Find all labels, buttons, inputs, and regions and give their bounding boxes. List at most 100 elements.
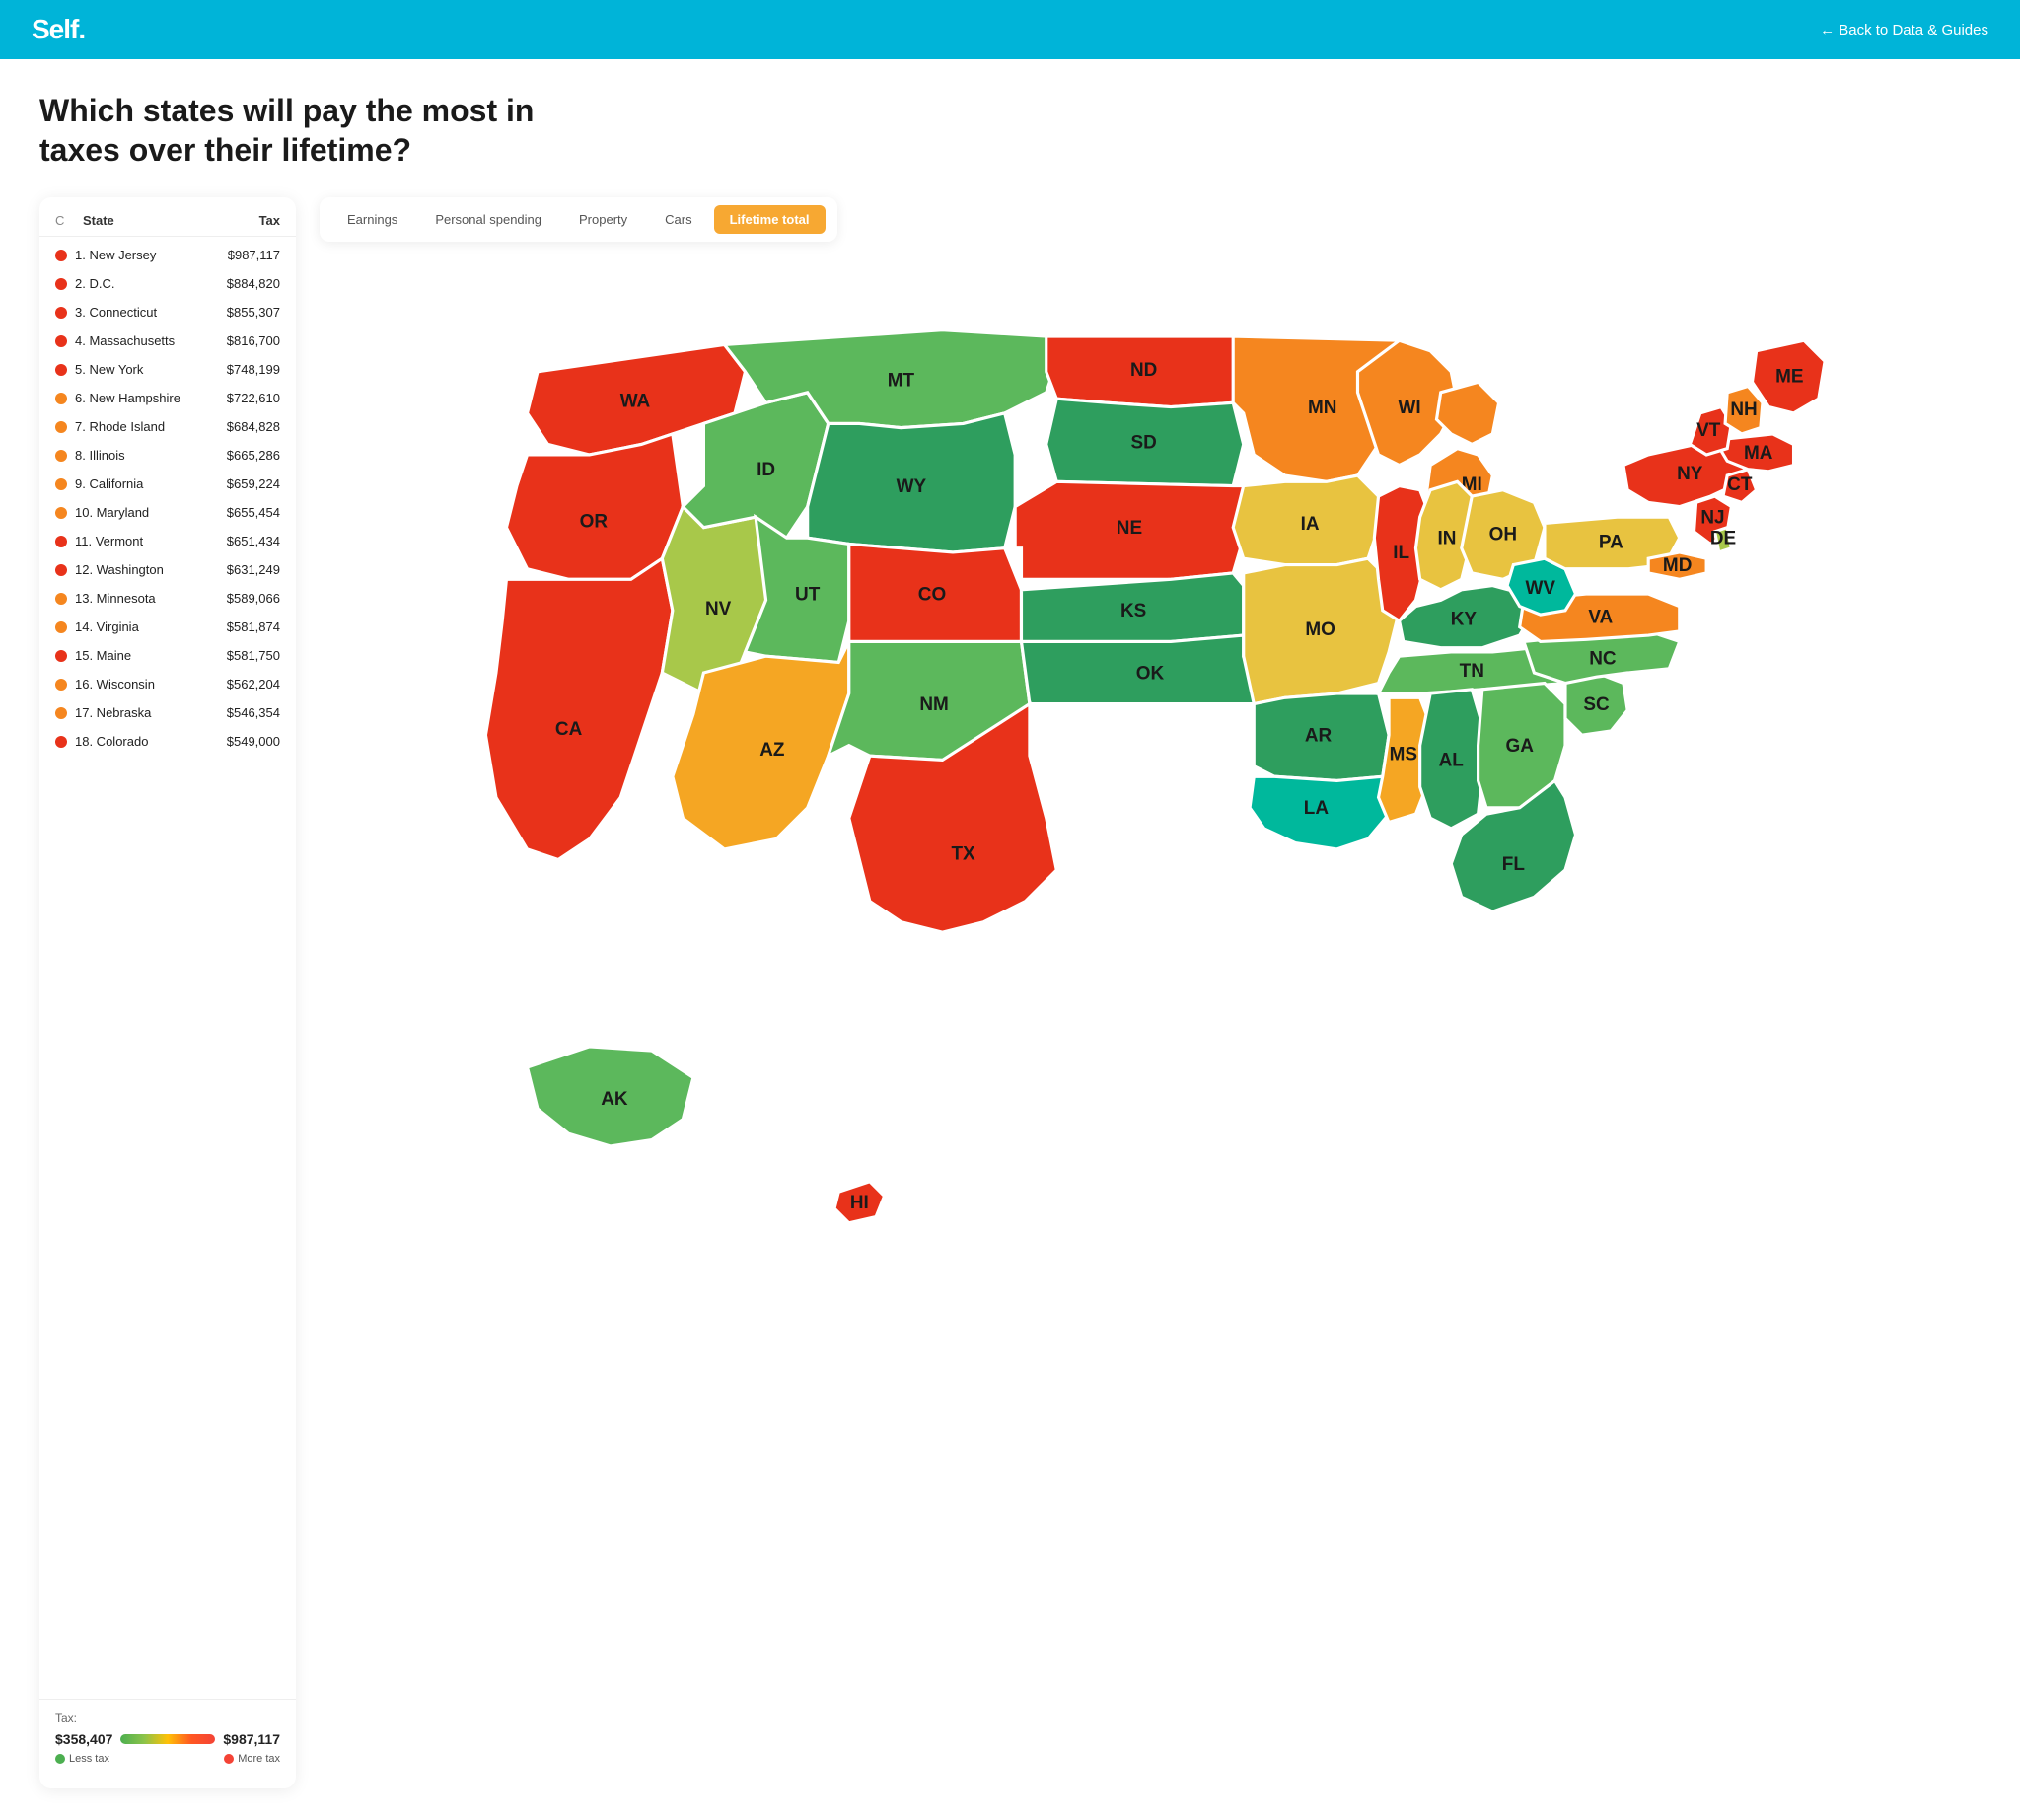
state-tax-value: $722,610 bbox=[227, 391, 280, 405]
state-row[interactable]: 18. Colorado $549,000 bbox=[39, 727, 296, 756]
state-dot bbox=[55, 507, 67, 519]
legend-range: $358,407 $987,117 bbox=[55, 1731, 280, 1747]
page-title: Which states will pay the most in taxes … bbox=[39, 91, 552, 170]
state-mi[interactable] bbox=[1436, 382, 1498, 444]
state-row[interactable]: 17. Nebraska $546,354 bbox=[39, 698, 296, 727]
state-rank-name: 2. D.C. bbox=[75, 276, 227, 291]
state-hi[interactable] bbox=[834, 1182, 885, 1223]
table-header: C State Tax bbox=[39, 213, 296, 237]
state-tax-value: $589,066 bbox=[227, 591, 280, 606]
back-link[interactable]: ← Back to Data & Guides bbox=[1820, 22, 1988, 38]
state-row[interactable]: 14. Virginia $581,874 bbox=[39, 613, 296, 641]
state-co[interactable] bbox=[849, 544, 1022, 641]
state-row[interactable]: 11. Vermont $651,434 bbox=[39, 527, 296, 555]
state-row[interactable]: 15. Maine $581,750 bbox=[39, 641, 296, 670]
state-la[interactable] bbox=[1250, 776, 1389, 849]
state-nd[interactable] bbox=[1046, 336, 1244, 407]
state-row[interactable]: 6. New Hampshire $722,610 bbox=[39, 384, 296, 412]
state-rank-name: 12. Washington bbox=[75, 562, 227, 577]
state-row[interactable]: 4. Massachusetts $816,700 bbox=[39, 327, 296, 355]
state-row[interactable]: 16. Wisconsin $562,204 bbox=[39, 670, 296, 698]
state-row[interactable]: 12. Washington $631,249 bbox=[39, 555, 296, 584]
state-dot bbox=[55, 278, 67, 290]
state-md[interactable] bbox=[1648, 552, 1706, 579]
state-tax-value: $684,828 bbox=[227, 419, 280, 434]
content-area: C State Tax 1. New Jersey $987,117 2. D.… bbox=[39, 197, 1981, 1788]
state-tax-value: $562,204 bbox=[227, 677, 280, 692]
state-nh[interactable] bbox=[1725, 387, 1763, 434]
state-or[interactable] bbox=[506, 434, 683, 579]
state-dot bbox=[55, 650, 67, 662]
state-dot bbox=[55, 736, 67, 748]
state-row[interactable]: 7. Rhode Island $684,828 bbox=[39, 412, 296, 441]
state-dot bbox=[55, 250, 67, 261]
state-row[interactable]: 9. California $659,224 bbox=[39, 470, 296, 498]
state-rank-name: 14. Virginia bbox=[75, 619, 227, 634]
state-rank-name: 13. Minnesota bbox=[75, 591, 227, 606]
state-rank-name: 11. Vermont bbox=[75, 534, 227, 548]
state-tax-value: $655,454 bbox=[227, 505, 280, 520]
state-tax-value: $665,286 bbox=[227, 448, 280, 463]
state-sd[interactable] bbox=[1046, 399, 1244, 485]
state-rank-name: 16. Wisconsin bbox=[75, 677, 227, 692]
state-tax-value: $855,307 bbox=[227, 305, 280, 320]
state-ak[interactable] bbox=[528, 1047, 693, 1146]
state-ct[interactable] bbox=[1723, 470, 1757, 503]
col-c-header: C bbox=[55, 213, 75, 228]
state-dot bbox=[55, 335, 67, 347]
map-container: WA OR CA NV ID MT bbox=[320, 257, 1981, 1788]
legend-dots: Less tax More tax bbox=[55, 1753, 280, 1765]
state-tax-value: $651,434 bbox=[227, 534, 280, 548]
state-tax-value: $546,354 bbox=[227, 705, 280, 720]
state-rank-name: 8. Illinois bbox=[75, 448, 227, 463]
state-dot bbox=[55, 450, 67, 462]
state-row[interactable]: 1. New Jersey $987,117 bbox=[39, 241, 296, 269]
state-dot bbox=[55, 536, 67, 547]
state-tax-value: $581,750 bbox=[227, 648, 280, 663]
state-tax-value: $748,199 bbox=[227, 362, 280, 377]
state-ca[interactable] bbox=[485, 558, 672, 859]
state-dot bbox=[55, 564, 67, 576]
state-rank-name: 4. Massachusetts bbox=[75, 333, 227, 348]
more-tax-label: More tax bbox=[238, 1753, 280, 1765]
state-row[interactable]: 5. New York $748,199 bbox=[39, 355, 296, 384]
state-dot bbox=[55, 621, 67, 633]
tab-personal-spending[interactable]: Personal spending bbox=[419, 205, 557, 234]
state-ia[interactable] bbox=[1233, 475, 1378, 565]
state-rank-name: 5. New York bbox=[75, 362, 227, 377]
tab-property[interactable]: Property bbox=[563, 205, 643, 234]
state-rank-name: 9. California bbox=[75, 476, 227, 491]
state-ks[interactable] bbox=[1021, 573, 1243, 641]
tab-lifetime-total[interactable]: Lifetime total bbox=[714, 205, 826, 234]
legend-more-tax: More tax bbox=[224, 1753, 280, 1765]
state-row[interactable]: 8. Illinois $665,286 bbox=[39, 441, 296, 470]
tab-earnings[interactable]: Earnings bbox=[331, 205, 413, 234]
state-tax-value: $581,874 bbox=[227, 619, 280, 634]
state-wy[interactable] bbox=[808, 413, 1015, 552]
state-rank-name: 1. New Jersey bbox=[75, 248, 228, 262]
state-dot bbox=[55, 364, 67, 376]
tabs-container: EarningsPersonal spendingPropertyCarsLif… bbox=[320, 197, 837, 242]
state-dot bbox=[55, 393, 67, 404]
state-row[interactable]: 3. Connecticut $855,307 bbox=[39, 298, 296, 327]
tab-cars[interactable]: Cars bbox=[649, 205, 707, 234]
less-tax-label: Less tax bbox=[69, 1753, 109, 1765]
legend-min: $358,407 bbox=[55, 1731, 112, 1747]
state-row[interactable]: 13. Minnesota $589,066 bbox=[39, 584, 296, 613]
state-row[interactable]: 10. Maryland $655,454 bbox=[39, 498, 296, 527]
state-row[interactable]: 2. D.C. $884,820 bbox=[39, 269, 296, 298]
state-dot bbox=[55, 421, 67, 433]
state-tax-value: $987,117 bbox=[228, 248, 280, 262]
state-de[interactable] bbox=[1715, 528, 1732, 552]
state-rank-name: 3. Connecticut bbox=[75, 305, 227, 320]
state-ne[interactable] bbox=[1015, 481, 1244, 579]
state-dot bbox=[55, 707, 67, 719]
state-mo[interactable] bbox=[1244, 558, 1400, 703]
state-list: 1. New Jersey $987,117 2. D.C. $884,820 … bbox=[39, 241, 296, 1691]
state-rank-name: 7. Rhode Island bbox=[75, 419, 227, 434]
state-rank-name: 15. Maine bbox=[75, 648, 227, 663]
state-ar[interactable] bbox=[1254, 693, 1389, 780]
legend-less-tax: Less tax bbox=[55, 1753, 109, 1765]
state-al[interactable] bbox=[1420, 690, 1482, 829]
logo: Self. bbox=[32, 14, 85, 45]
